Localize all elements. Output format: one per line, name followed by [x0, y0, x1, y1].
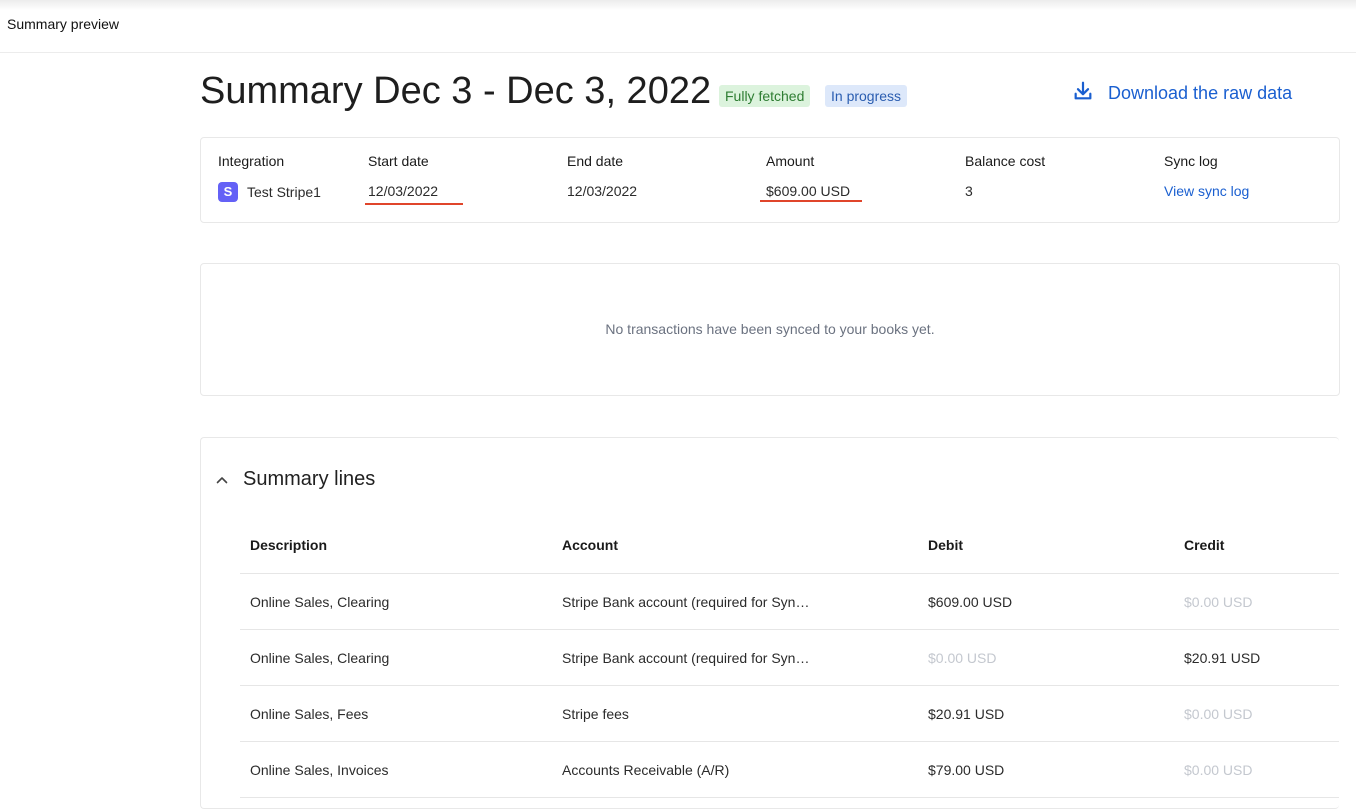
cell-account: Stripe fees: [562, 706, 629, 722]
amount-label: Amount: [766, 153, 815, 169]
status-badge-progress: In progress: [825, 85, 908, 107]
column-header-debit: Debit: [928, 537, 963, 553]
summary-lines-card: Summary lines Description Account Debit …: [200, 437, 1339, 809]
download-label: Download the raw data: [1108, 83, 1293, 103]
cell-account: Accounts Receivable (A/R): [562, 762, 730, 778]
amount-value: $609.00 USD: [766, 183, 851, 199]
stripe-logo: S: [218, 182, 238, 202]
balance-cost-label: Balance cost: [965, 153, 1046, 169]
column-header-credit: Credit: [1184, 537, 1225, 553]
page-title: Summary Dec 3 - Dec 3, 2022: [200, 70, 712, 112]
column-header-account: Account: [562, 537, 618, 553]
summary-lines-toggle[interactable]: Summary lines: [215, 468, 375, 491]
table-row: Online Sales, Clearing Stripe Bank accou…: [240, 630, 1339, 686]
download-icon: [1072, 80, 1094, 107]
start-date-value: 12/03/2022: [368, 183, 439, 199]
window-title: Summary preview: [7, 16, 120, 32]
cell-debit: $79.00 USD: [928, 762, 1005, 778]
integration-value: Test Stripe1: [247, 184, 321, 200]
amount-column: Amount $609.00 USD: [766, 153, 850, 199]
cell-credit: $0.00 USD: [1184, 594, 1253, 610]
view-sync-log-link[interactable]: View sync log: [1164, 183, 1249, 199]
end-date-label: End date: [567, 153, 624, 169]
integration-column: Integration S Test Stripe1: [218, 153, 321, 202]
sync-log-column: Sync log View sync log: [1164, 153, 1249, 199]
table-row: Online Sales, Invoices Accounts Receivab…: [240, 742, 1339, 798]
cell-description: Online Sales, Fees: [250, 706, 369, 722]
table-header-row: Description Account Debit Credit: [240, 517, 1339, 574]
cell-description: Online Sales, Clearing: [250, 594, 390, 610]
status-badge-fetched: Fully fetched: [719, 85, 811, 107]
cell-description: Online Sales, Invoices: [250, 762, 389, 778]
top-bar: Summary preview: [0, 0, 1356, 53]
integration-label: Integration: [218, 153, 285, 169]
start-date-label: Start date: [368, 153, 429, 169]
cell-description: Online Sales, Clearing: [250, 650, 390, 666]
download-raw-data-button[interactable]: Download the raw data: [1072, 80, 1292, 107]
summary-lines-title: Summary lines: [243, 468, 376, 490]
table-row: Online Sales, Clearing Stripe Bank accou…: [240, 574, 1339, 630]
cell-credit: $0.00 USD: [1184, 762, 1253, 778]
sync-log-label: Sync log: [1164, 153, 1218, 169]
end-date-column: End date 12/03/2022: [567, 153, 637, 199]
chevron-up-icon: [216, 476, 228, 483]
cell-debit: $609.00 USD: [928, 594, 1013, 610]
empty-state-message: No transactions have been synced to your…: [605, 321, 935, 337]
balance-cost-value: 3: [965, 183, 973, 199]
cell-account: Stripe Bank account (required for Syn…: [562, 650, 810, 666]
cell-credit: $20.91 USD: [1184, 650, 1261, 666]
start-date-column: Start date 12/03/2022: [368, 153, 438, 199]
table-row: Online Sales, Fees Stripe fees $20.91 US…: [240, 686, 1339, 742]
cell-credit: $0.00 USD: [1184, 706, 1253, 722]
cell-debit: $0.00 USD: [928, 650, 997, 666]
cell-debit: $20.91 USD: [928, 706, 1005, 722]
transactions-empty-card: No transactions have been synced to your…: [200, 263, 1340, 396]
amount-annotation-underline: [760, 200, 862, 202]
summary-info-card: Integration S Test Stripe1 Start date 12…: [200, 137, 1340, 223]
balance-cost-column: Balance cost 3: [965, 153, 1045, 199]
summary-lines-table: Description Account Debit Credit Online …: [240, 517, 1339, 798]
cell-account: Stripe Bank account (required for Syn…: [562, 594, 810, 610]
start-date-annotation-underline: [365, 203, 463, 205]
end-date-value: 12/03/2022: [567, 183, 638, 199]
column-header-description: Description: [250, 537, 328, 553]
